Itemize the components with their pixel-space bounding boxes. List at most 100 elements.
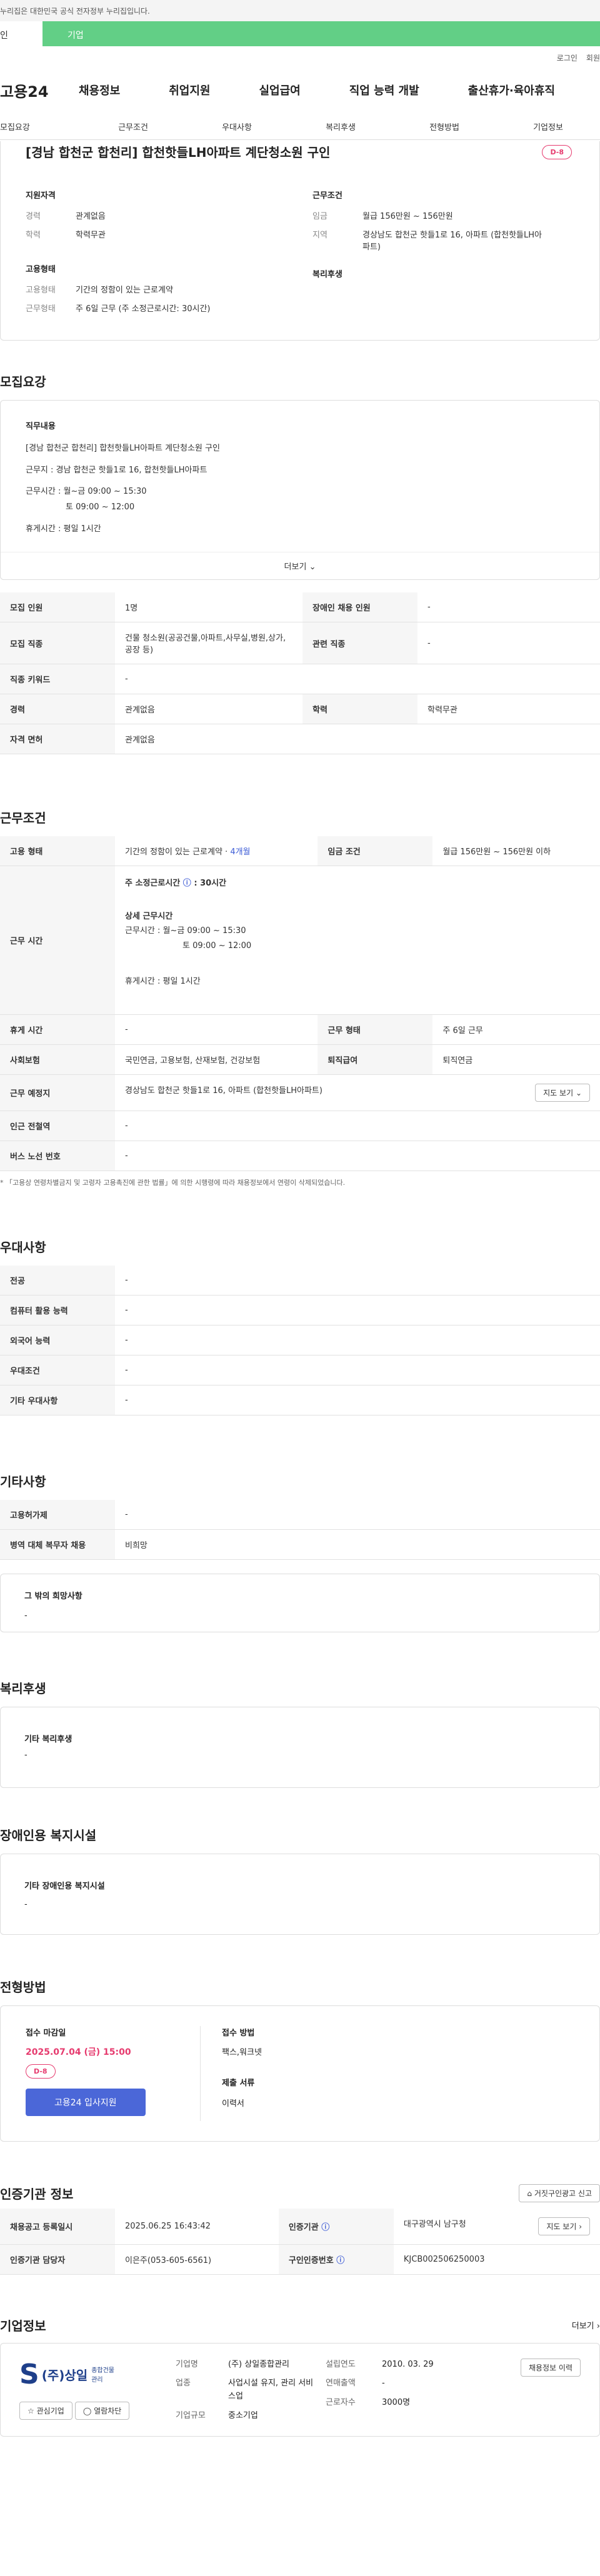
cell-value: - [115,1141,600,1171]
job-summary-card: [경남 합천군 합천리] 합천핫들LH아파트 계단청소원 구인 D-8 지원자격… [0,141,600,341]
cell-key: 경력 [0,694,115,725]
deadline-heading: 접수 마감일 [26,2028,66,2038]
disability-box: 기타 장애인용 복지시설 - [0,1853,600,1935]
section-tabs: 모집요강 근무조건 우대사항 복리후생 전형방법 기업정보 [0,111,600,140]
conditions-table: 고용 형태 기간의 정함이 있는 근로계약 · 4개월 임금 조건 월급 156만원 … [0,836,600,1171]
cell-value: - [115,1014,318,1045]
map-button[interactable]: 지도 보기 ⌄ [535,1083,590,1102]
cell-key: 인증기관 담당자 [0,2244,115,2275]
cell-value: 월급 156만원 ~ 156만원 이하 [432,836,600,867]
cell-key: 자격 면허 [0,724,115,755]
company-logo: S (주)상일 종합건물관리 [19,2359,176,2390]
cert-table: 채용공고 등록일시 2025.06.25 16:43:42 인증기관 ⓘ 대구광역시 … [0,2208,600,2275]
employees-label: 근로자수 [326,2398,356,2408]
conditions-heading: 근무조건 [312,191,342,201]
detail-hours: 근무시간 : 월~금 09:00 ~ 15:30 토 09:00 ~ 12:00… [125,924,590,989]
nav-jobs[interactable]: 채용정보 [79,82,120,98]
cert-map-button[interactable]: 지도 보기 › [538,2217,590,2235]
cell-value: - [418,622,600,665]
cell-value: 1명 [115,592,302,623]
method-heading: 접수 방법 [222,2028,255,2038]
company-info-right: 설립연도 2010. 03. 29 연매출액 - 근로자수 3000명 [326,2359,469,2421]
dday-badge: D-8 [26,2064,56,2079]
cell-value: 국민연금, 고용보험, 산재보험, 건강보험 [115,1044,318,1075]
tab-company[interactable]: 기업 [42,21,600,46]
tab-welfare[interactable]: 복리후생 [289,111,392,139]
duty-line: 근무시간 : 월~금 09:00 ~ 15:30 [26,487,147,497]
gov-notice-text: 누리집은 대한민국 공식 전자정부 누리집입니다. [0,7,150,16]
tab-recruit[interactable]: 모집요강 [0,111,81,139]
job-summary: 지원자격 경력 관계없음 학력 학력무관 고용형태 고용형태 기간의 정함이 있는 근… [1,172,599,340]
cell-value: 주 6일 근무 [432,1014,600,1045]
cert-map-label: 지도 보기 [546,2222,577,2231]
gov-notice-bar: 누리집은 대한민국 공식 전자정부 누리집입니다. [0,0,600,21]
job-history-button[interactable]: 채용정보 이력 [520,2358,581,2377]
cell-key: 장애인 채용 인원 [302,592,418,623]
duty-card: 직무내용 [경남 합천군 합천리] 합천핫들LH아파트 계단청소원 구인 근무지… [0,400,600,581]
cert-no-label: 구인인증번호 [288,2255,334,2265]
apply-method: 접수 방법 팩스,워크넷 제출 서류 이력서 [201,2026,262,2121]
cert-header: 인증기관 정보 ⌂ 거짓구인광고 신고 [0,2184,600,2202]
cell-key: 외국어 능력 [0,1325,115,1355]
apply-deadline: 접수 마감일 2025.07.04 (금) 15:00 D-8 고용24 입사지… [26,2025,201,2121]
block-label: 열람차단 [94,2406,122,2415]
signup-link[interactable]: 회원 [586,54,600,62]
cell-value: - [115,1111,600,1141]
cell-key: 사회보험 [0,1044,115,1075]
nav-employment-support[interactable]: 취업지원 [169,82,210,98]
tab-selection[interactable]: 전형방법 [392,111,496,139]
welfare-section: 복리후생 기타 복리후생 - [0,1679,600,1788]
cell-key: 직종 키워드 [0,664,115,695]
wage-label: 임금 [312,212,328,221]
tab-company-info[interactable]: 기업정보 [496,111,600,139]
scale-label: 기업규모 [176,2411,206,2420]
detail-line: 휴게시간 : 평일 1시간 [125,977,201,987]
etc-section: 기타사항 고용허가제 - 병역 대체 복무자 채용 비희망 그 밖의 희망사항 - [0,1472,600,1632]
block-button[interactable]: ◯ 열람차단 [74,2401,130,2420]
company-more-link[interactable]: 더보기 › [572,2319,600,2331]
detail-line: 근무시간 : 월~금 09:00 ~ 15:30 [125,926,246,936]
etc-title: 기타사항 [0,1474,46,1489]
tab-conditions[interactable]: 근무조건 [81,111,185,139]
hope-heading: 그 밖의 희망사항 [24,1591,82,1601]
cell-value: 기간의 정함이 있는 근로계약 · 4개월 [115,836,318,867]
selection-title: 전형방법 [0,1979,46,1995]
apply-button[interactable]: 고용24 입사지원 [26,2088,146,2116]
more-button[interactable]: 더보기 ⌄ [1,552,599,579]
disability-title: 장애인용 복지시설 [0,1827,97,1843]
cert-title: 인증기관 정보 [0,2186,74,2202]
chevron-down-icon: ⌄ [309,562,316,572]
favorite-button[interactable]: ☆ 관심기업 [19,2401,72,2420]
cell-value: - [115,664,600,695]
nav-skills-development[interactable]: 직업 능력 개발 [349,82,419,98]
tab-personal[interactable]: 인 [0,21,42,46]
info-icon[interactable]: ⓘ [336,2256,344,2265]
sales-value: - [382,2379,385,2389]
cell-value: KJCB002506250003 [393,2244,600,2275]
apply-box: 접수 마감일 2025.07.04 (금) 15:00 D-8 고용24 입사지… [0,2005,600,2142]
cell-key: 병역 대체 복무자 채용 [0,1529,115,1560]
company-logo-mark: S [19,2358,39,2390]
career-value: 관계없음 [76,212,106,221]
cell-key: 휴게 시간 [0,1014,115,1045]
nav-unemployment-benefit[interactable]: 실업급여 [259,82,301,98]
work-type-value: 주 6일 근무 (주 소정근로시간: 30시간) [76,304,211,314]
login-link[interactable]: 로그인 [557,54,578,62]
nav-parental-leave[interactable]: 출산휴가·육아휴직 [468,82,555,98]
conditions-section: 근무조건 고용 형태 기간의 정함이 있는 근로계약 · 4개월 임금 조건 월급 1… [0,808,600,1187]
star-icon: ☆ [28,2406,34,2415]
cell-key: 관련 직종 [302,622,418,665]
weekly-hours-value: 30시간 [200,879,227,889]
duty-line: 휴게시간 : 평일 1시간 [26,524,101,534]
job-title: [경남 합천군 합천리] 합천핫들LH아파트 계단청소원 구인 [26,145,331,160]
site-logo[interactable]: 고용24 [0,79,79,101]
preferences-title: 우대사항 [0,1239,46,1255]
info-icon[interactable]: ⓘ [321,2223,329,2232]
contract-period: 4개월 [230,847,251,857]
company-actions: ☆ 관심기업 ◯ 열람차단 [19,2401,176,2420]
cell-value: 관계없음 [115,724,600,755]
tab-preferences[interactable]: 우대사항 [185,111,289,139]
cell-key: 고용허가제 [0,1499,115,1530]
info-icon[interactable]: ⓘ [183,879,191,888]
report-button[interactable]: ⌂ 거짓구인광고 신고 [519,2184,600,2202]
